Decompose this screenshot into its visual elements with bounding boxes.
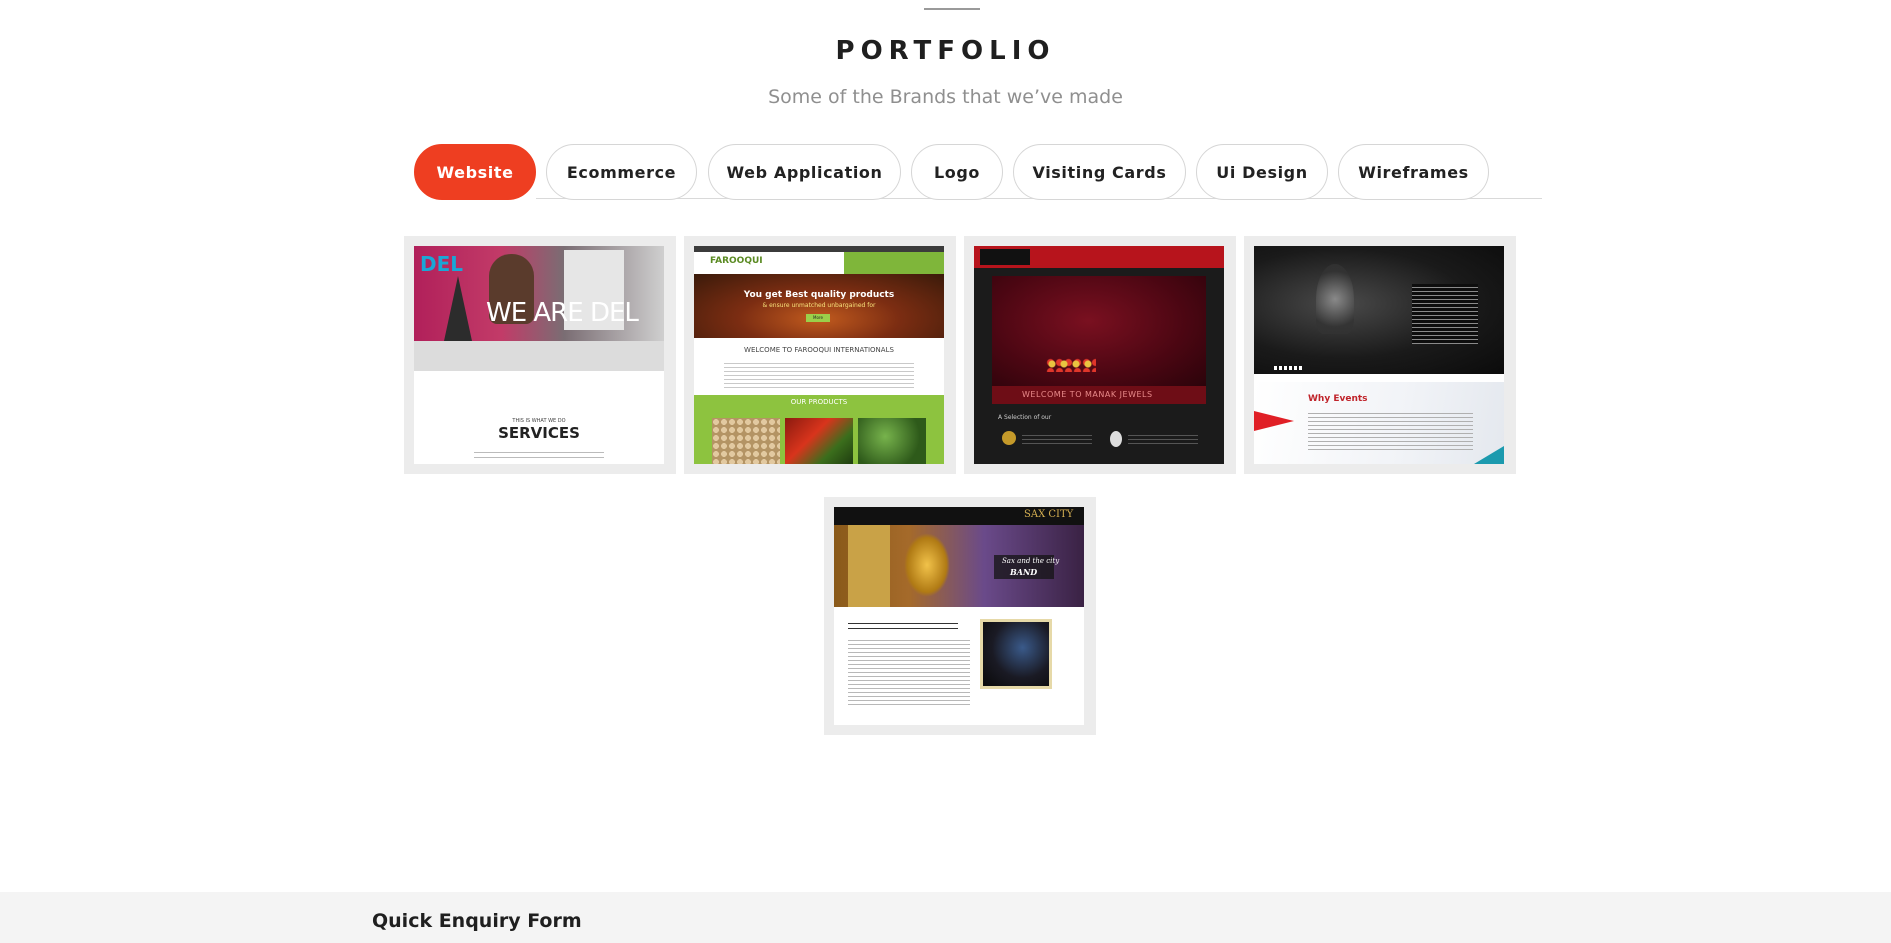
- farooqui-more-button: More: [806, 314, 830, 322]
- manak-selection: A Selection of our: [998, 414, 1052, 421]
- tab-visiting-cards[interactable]: Visiting Cards: [1013, 144, 1186, 200]
- website-screenshot-del: DEL WE ARE DEL THIS IS WHAT WE DO SERVIC…: [414, 246, 664, 464]
- tab-ui-design[interactable]: Ui Design: [1196, 144, 1328, 200]
- portfolio-card-sax-city[interactable]: SAX CITY Sax and the city BAND: [824, 497, 1096, 735]
- website-screenshot-sax-city: SAX CITY Sax and the city BAND: [834, 507, 1084, 725]
- website-screenshot-farooqui: FAROOQUI You get Best quality products &…: [694, 246, 944, 464]
- top-divider: [924, 8, 980, 10]
- events-heading: Why Events: [1308, 394, 1368, 404]
- portfolio-card-events[interactable]: Why Events: [1244, 236, 1516, 474]
- del-services-heading: SERVICES: [498, 424, 580, 442]
- del-logo: DEL: [420, 252, 464, 276]
- quick-enquiry-title: Quick Enquiry Form: [372, 910, 582, 932]
- portfolio-card-farooqui[interactable]: FAROOQUI You get Best quality products &…: [684, 236, 956, 474]
- footer-section: Quick Enquiry Form: [0, 892, 1891, 943]
- portfolio-card-manak-jewels[interactable]: WELCOME TO MANAK JEWELS A Selection of o…: [964, 236, 1236, 474]
- del-headline: WE ARE DEL: [486, 298, 639, 328]
- tab-web-application[interactable]: Web Application: [708, 144, 901, 200]
- sax-band-line1: Sax and the city: [1002, 557, 1060, 565]
- tab-ecommerce[interactable]: Ecommerce: [546, 144, 697, 200]
- sax-city-logo: SAX CITY: [1024, 509, 1074, 520]
- manak-welcome: WELCOME TO MANAK JEWELS: [1022, 390, 1153, 399]
- farooqui-welcome: WELCOME TO FAROOQUI INTERNATIONALS: [744, 346, 894, 354]
- farooqui-logo: FAROOQUI: [710, 256, 763, 266]
- section-title: PORTFOLIO: [835, 36, 1056, 66]
- sax-band-line2: BAND: [1010, 567, 1038, 577]
- farooqui-products-heading: OUR PRODUCTS: [790, 398, 848, 406]
- section-subtitle: Some of the Brands that we’ve made: [768, 86, 1123, 108]
- website-screenshot-events: Why Events: [1254, 246, 1504, 464]
- website-screenshot-manak-jewels: WELCOME TO MANAK JEWELS A Selection of o…: [974, 246, 1224, 464]
- tab-wireframes[interactable]: Wireframes: [1338, 144, 1489, 200]
- tab-website[interactable]: Website: [414, 144, 536, 200]
- farooqui-subheadline: & ensure unmatched unbargained for: [762, 302, 876, 309]
- farooqui-headline: You get Best quality products: [743, 290, 895, 300]
- tab-logo[interactable]: Logo: [911, 144, 1003, 200]
- portfolio-card-del[interactable]: DEL WE ARE DEL THIS IS WHAT WE DO SERVIC…: [404, 236, 676, 474]
